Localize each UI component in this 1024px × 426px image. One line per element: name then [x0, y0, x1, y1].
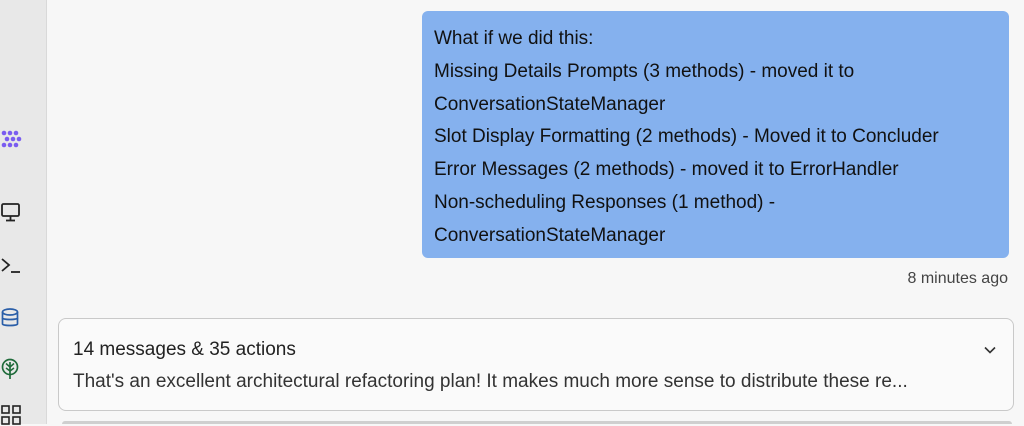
user-message-line: What if we did this: — [434, 28, 594, 49]
sidebar — [0, 0, 47, 426]
user-message-bubble: What if we did this: Missing Details Pro… — [422, 11, 1009, 258]
user-message-line: Missing Details Prompts (3 methods) - mo… — [434, 60, 855, 82]
user-message-line: Slot Display Formatting (2 methods) - Mo… — [434, 126, 939, 148]
chevron-down-icon[interactable] — [981, 341, 999, 359]
message-timestamp: 8 minutes ago — [907, 270, 1008, 287]
apps-grid-icon[interactable] — [0, 404, 22, 426]
user-message-line: ConversationStateManager — [434, 93, 666, 115]
summary-title: 14 messages & 35 actions — [73, 339, 296, 360]
chat-panel: What if we did this: Missing Details Pro… — [47, 0, 1024, 424]
agent-icon[interactable] — [0, 128, 22, 150]
database-icon[interactable] — [0, 307, 22, 329]
agent-summary-card[interactable]: 14 messages & 35 actions That's an excel… — [58, 318, 1014, 411]
user-message-line: ConversationStateManager — [434, 224, 666, 246]
monitor-icon[interactable] — [0, 201, 22, 223]
terminal-icon[interactable] — [0, 254, 22, 276]
user-message-line: Error Messages (2 methods) - moved it to… — [434, 159, 899, 181]
user-message-line: Non-scheduling Responses (1 method) - — [434, 191, 776, 213]
git-tree-icon[interactable] — [0, 358, 22, 380]
summary-preview: That's an excellent architectural refact… — [73, 371, 908, 392]
